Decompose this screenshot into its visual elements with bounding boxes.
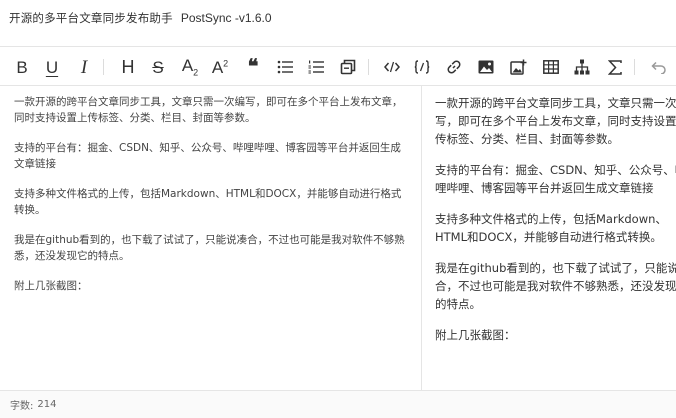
subscript-button[interactable]: A2 bbox=[178, 54, 202, 80]
heading-button[interactable]: H bbox=[116, 54, 140, 80]
sigma-icon bbox=[608, 59, 622, 75]
italic-icon: I bbox=[80, 56, 88, 78]
editor-paragraph: 一款开源的跨平台文章同步工具，文章只需一次编写，即可在多个平台上发布文章，同时支… bbox=[14, 96, 403, 124]
title-bar: 开源的多平台文章同步发布助手 PostSync -v1.6.0 bbox=[0, 0, 676, 36]
inline-code-icon bbox=[384, 61, 400, 73]
italic-button[interactable]: I bbox=[72, 54, 96, 80]
code-block-icon bbox=[340, 59, 356, 75]
code-block-button[interactable] bbox=[336, 54, 360, 80]
link-button[interactable] bbox=[442, 54, 466, 80]
preview-content: 一款开源的跨平台文章同步工具，文章只需一次编写，即可在多个平台上发布文章，同时支… bbox=[435, 94, 676, 344]
editor-paragraph: 支持的平台有：掘金、CSDN、知乎、公众号、哔哩哔哩、博客园等平台并返回生成文章… bbox=[14, 142, 401, 170]
editor-paragraph: 支持多种文件格式的上传，包括Markdown、HTML和DOCX，并能够自动进行… bbox=[14, 188, 402, 216]
table-icon bbox=[543, 60, 559, 74]
preview-paragraph: 支持多种文件格式的上传，包括Markdown、HTML和DOCX，并能够自动进行… bbox=[435, 212, 667, 244]
quote-icon: ❝ bbox=[247, 56, 259, 78]
add-image-button[interactable] bbox=[506, 54, 530, 80]
add-image-icon bbox=[509, 59, 526, 75]
image-button[interactable] bbox=[474, 54, 498, 80]
unordered-list-icon bbox=[277, 60, 293, 74]
undo-button[interactable] bbox=[647, 54, 671, 80]
preview-pane: 一款开源的跨平台文章同步工具，文章只需一次编写，即可在多个平台上发布文章，同时支… bbox=[423, 86, 676, 390]
inline-code-button[interactable] bbox=[380, 54, 404, 80]
code-brackets-button[interactable] bbox=[410, 54, 434, 80]
bold-button[interactable]: B bbox=[10, 54, 34, 80]
app-version: PostSync -v1.6.0 bbox=[180, 11, 272, 25]
ordered-list-button[interactable] bbox=[304, 54, 328, 80]
app-window: 开源的多平台文章同步发布助手 PostSync -v1.6.0 B U I H … bbox=[0, 0, 676, 418]
formula-button[interactable] bbox=[603, 54, 627, 80]
ordered-list-icon bbox=[308, 60, 324, 74]
preview-paragraph: 支持的平台有：掘金、CSDN、知乎、公众号、哔哩哔哩、博客园等平台并返回生成文章… bbox=[435, 163, 676, 195]
table-button[interactable] bbox=[539, 54, 563, 80]
editor-paragraph: 我是在github看到的，也下载了试试了，只能说凑合，不过也可能是我对软件不够熟… bbox=[14, 234, 405, 262]
unordered-list-button[interactable] bbox=[273, 54, 297, 80]
image-icon bbox=[478, 60, 494, 74]
diagram-icon bbox=[574, 59, 590, 75]
strikethrough-icon: S bbox=[152, 57, 164, 77]
markdown-editor[interactable]: 一款开源的跨平台文章同步工具，文章只需一次编写，即可在多个平台上发布文章，同时支… bbox=[0, 86, 422, 390]
app-title: 开源的多平台文章同步发布助手 bbox=[9, 11, 173, 25]
status-bar: 字数: 214 bbox=[0, 390, 676, 418]
preview-paragraph: 一款开源的跨平台文章同步工具，文章只需一次编写，即可在多个平台上发布文章，同时支… bbox=[435, 96, 676, 146]
superscript-icon: A2 bbox=[211, 57, 229, 77]
quote-button[interactable]: ❝ bbox=[241, 54, 265, 80]
word-count-value: 214 bbox=[37, 399, 57, 410]
code-brackets-icon bbox=[414, 60, 430, 74]
word-count-label: 字数: bbox=[10, 401, 34, 412]
editor-toolbar: B U I H S A2 A2 ❝ bbox=[0, 46, 676, 86]
subscript-icon: A2 bbox=[181, 55, 199, 78]
undo-icon bbox=[651, 61, 666, 74]
link-icon bbox=[447, 60, 461, 74]
editor-paragraph: 附上几张截图： bbox=[14, 280, 88, 292]
diagram-button[interactable] bbox=[570, 54, 594, 80]
superscript-button[interactable]: A2 bbox=[208, 54, 232, 80]
heading-icon: H bbox=[121, 57, 135, 77]
underline-button[interactable]: U bbox=[40, 54, 64, 80]
toolbar-divider bbox=[634, 59, 635, 75]
preview-paragraph: 我是在github看到的，也下载了试试了，只能说凑合，不过也可能是我对软件不够熟… bbox=[435, 261, 676, 311]
bold-icon: B bbox=[16, 57, 28, 77]
preview-paragraph: 附上几张截图： bbox=[435, 328, 516, 342]
toolbar-divider bbox=[103, 59, 104, 75]
toolbar-divider bbox=[368, 59, 369, 75]
strikethrough-button[interactable]: S bbox=[146, 54, 170, 80]
underline-icon: U bbox=[45, 57, 59, 77]
